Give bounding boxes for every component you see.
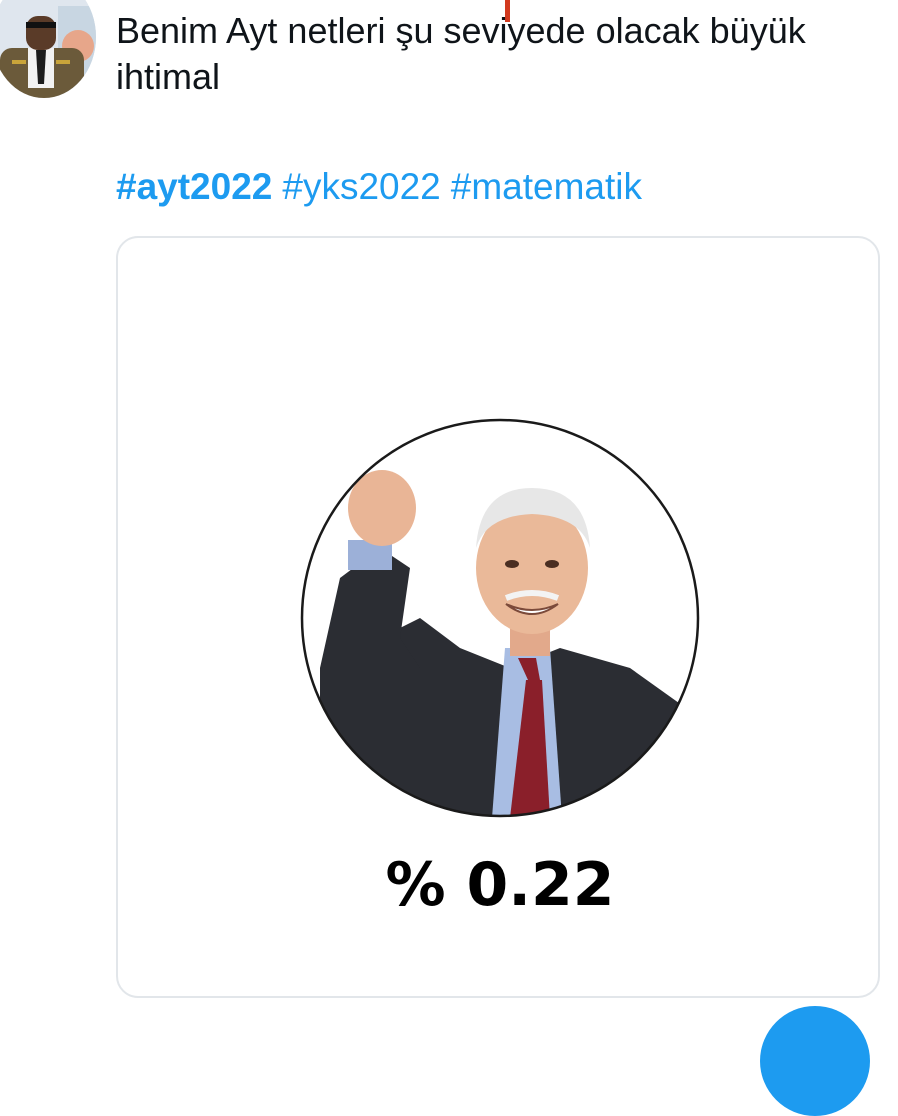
- portrait-image: [300, 418, 700, 818]
- tweet-text: Benim Ayt netleri şu seviyede olacak büy…: [116, 10, 806, 97]
- hashtag-link-yks2022[interactable]: #yks2022: [282, 166, 440, 207]
- author-avatar[interactable]: [0, 0, 96, 98]
- hashtag-link-ayt2022[interactable]: #ayt2022: [116, 166, 272, 207]
- tweet-media-card[interactable]: % 0.22: [116, 236, 880, 998]
- hashtag-link-matematik[interactable]: #matematik: [451, 166, 642, 207]
- compose-button[interactable]: [760, 1006, 870, 1116]
- hashtag-row: #ayt2022 #yks2022 #matematik: [116, 164, 652, 210]
- percent-caption: % 0.22: [385, 850, 615, 920]
